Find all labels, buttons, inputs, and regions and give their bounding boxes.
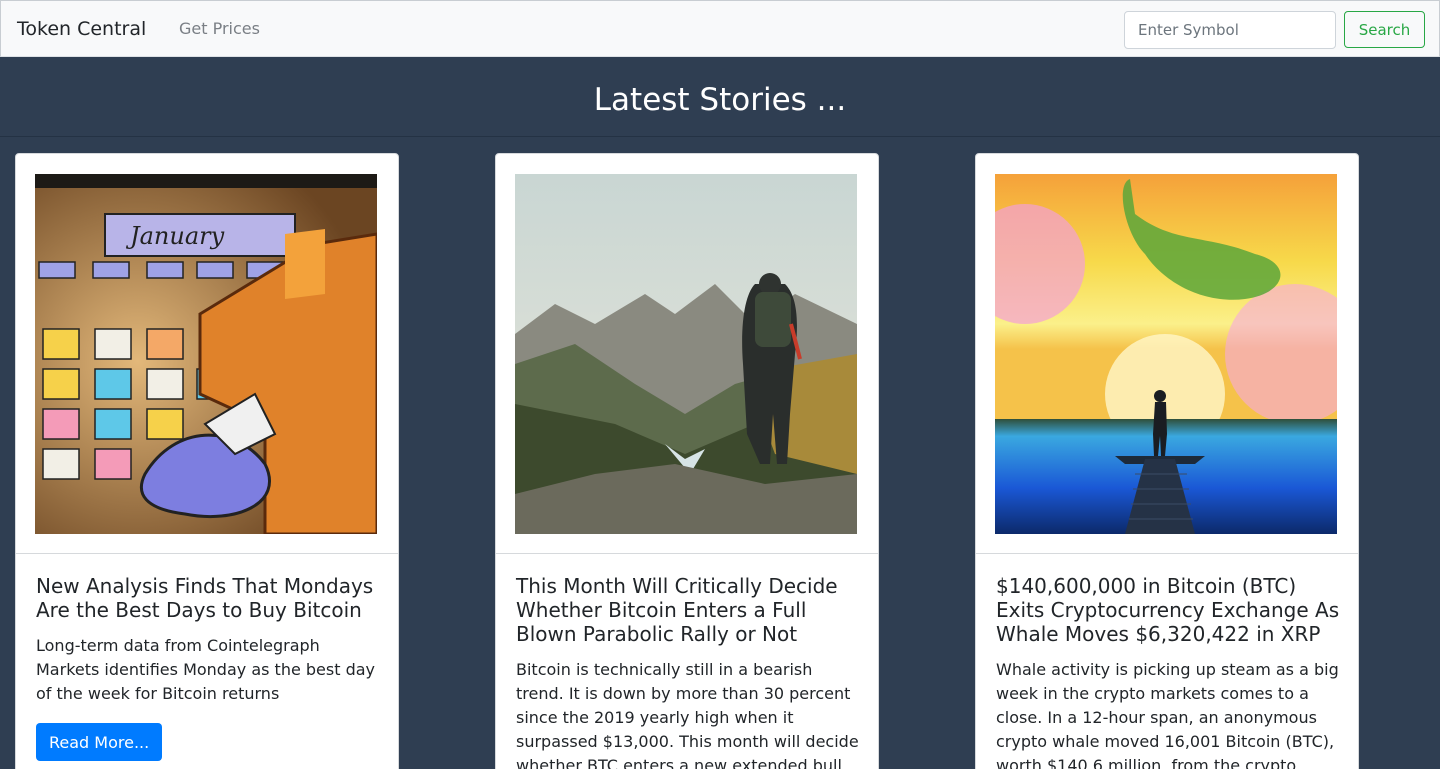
search-input[interactable] bbox=[1124, 11, 1336, 49]
story-image-frame: January bbox=[16, 154, 398, 554]
story-body: $140,600,000 in Bitcoin (BTC) Exits Cryp… bbox=[996, 574, 1340, 769]
page-title: Latest Stories ... bbox=[593, 82, 847, 118]
story-card: January New Analysis Finds That Mondays … bbox=[15, 153, 399, 769]
navbar: Token Central Get Prices Search bbox=[0, 0, 1440, 57]
story-image-frame bbox=[496, 154, 878, 554]
story-card: This Month Will Critically Decide Whethe… bbox=[495, 153, 879, 769]
story-summary: Whale activity is picking up steam as a … bbox=[996, 660, 1339, 769]
calendar-label: January bbox=[125, 222, 225, 250]
story-image[interactable] bbox=[515, 174, 857, 534]
story-image[interactable]: January bbox=[35, 174, 377, 534]
story-summary: Bitcoin is technically still in a bearis… bbox=[516, 660, 859, 769]
story-card: $140,600,000 in Bitcoin (BTC) Exits Cryp… bbox=[975, 153, 1359, 769]
story-summary: Long-term data from Cointelegraph Market… bbox=[36, 636, 376, 703]
search-button[interactable]: Search bbox=[1344, 11, 1425, 48]
read-more-button[interactable]: Read More... bbox=[36, 723, 163, 761]
story-body: This Month Will Critically Decide Whethe… bbox=[516, 574, 860, 769]
story-title[interactable]: $140,600,000 in Bitcoin (BTC) Exits Cryp… bbox=[996, 574, 1340, 646]
brand-logo[interactable]: Token Central bbox=[17, 17, 146, 41]
story-body: New Analysis Finds That Mondays Are the … bbox=[36, 574, 380, 761]
nav-get-prices[interactable]: Get Prices bbox=[179, 19, 260, 39]
story-title[interactable]: This Month Will Critically Decide Whethe… bbox=[516, 574, 860, 646]
story-title[interactable]: New Analysis Finds That Mondays Are the … bbox=[36, 574, 380, 622]
story-image-frame bbox=[976, 154, 1358, 554]
story-image[interactable] bbox=[995, 174, 1337, 534]
